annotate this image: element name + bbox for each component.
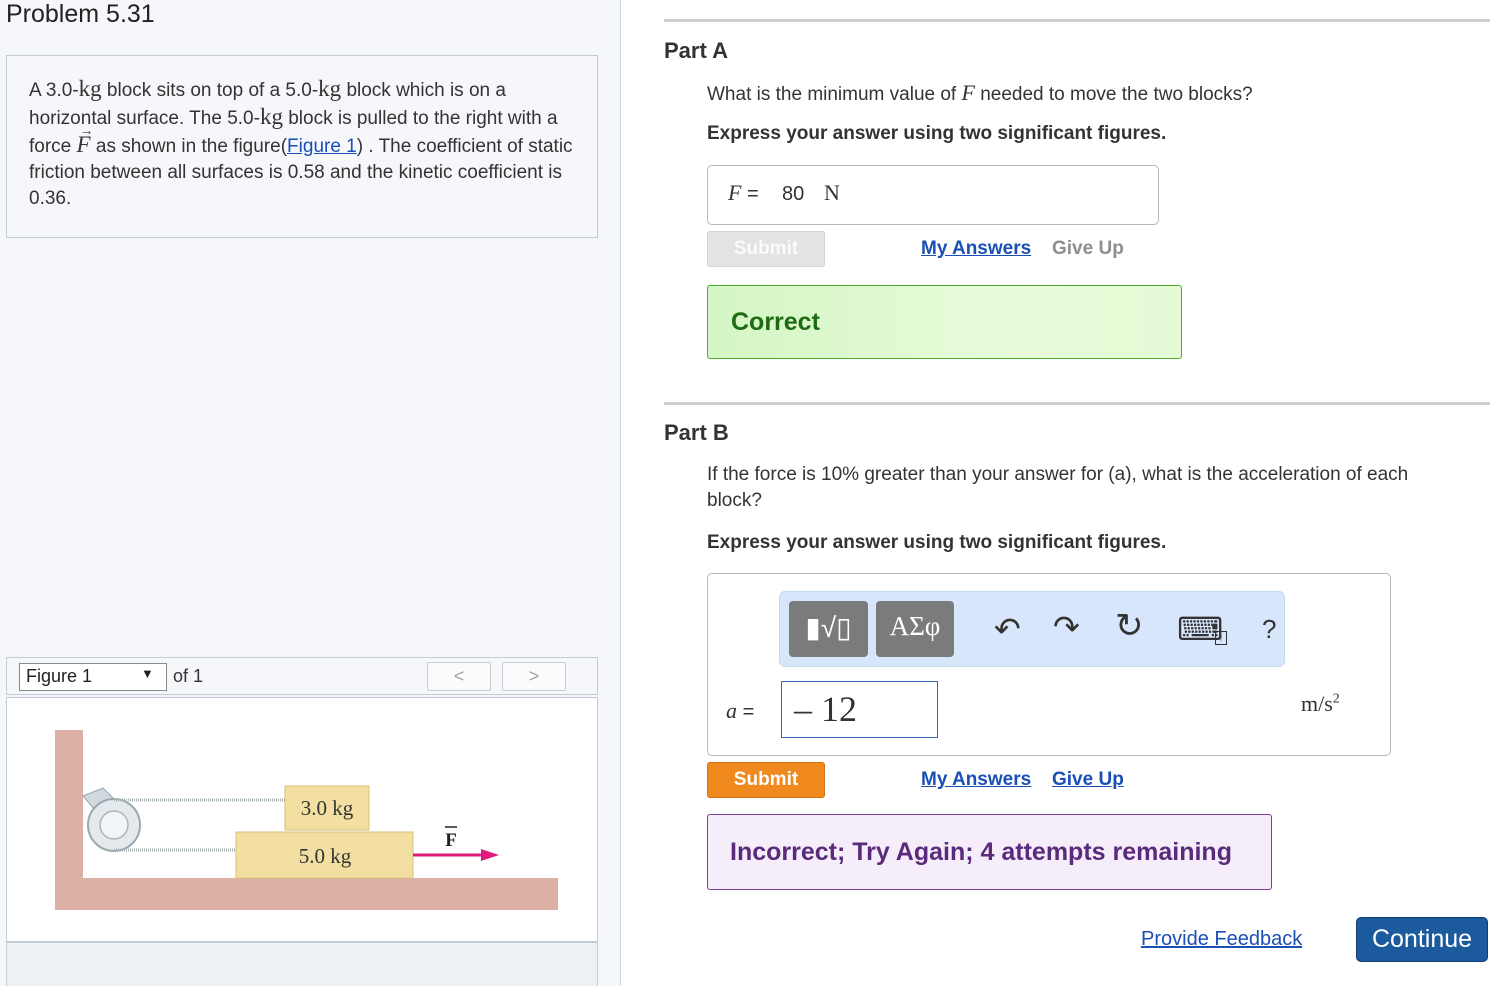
- blocks-diagram: 3.0 kg 5.0 kg F: [55, 730, 558, 910]
- part-a-answer-field: F = 80 N: [707, 165, 1159, 225]
- part-b-answer-area: ▮√▯ ΑΣφ ↶ ↷ ↻ ⌨ ⁝ ? a = – 12 m/s2: [707, 573, 1391, 756]
- part-b-give-up-link[interactable]: Give Up: [1052, 769, 1124, 791]
- part-b-submit-button[interactable]: Submit: [707, 762, 825, 798]
- keyboard-shortcuts-icon[interactable]: ⁝: [1215, 631, 1227, 645]
- answer-label: a =: [726, 698, 755, 723]
- part-b-instruction: Express your answer using two significan…: [707, 532, 1167, 553]
- problem-text: A 3.0-: [29, 80, 79, 101]
- next-figure-button[interactable]: >: [502, 662, 566, 691]
- part-a-give-up-link[interactable]: Give Up: [1052, 238, 1124, 260]
- feedback-correct-text: Correct: [731, 308, 820, 336]
- floor: [55, 878, 558, 910]
- part-b-title: Part B: [664, 420, 729, 445]
- part-a-submit-button[interactable]: Submit: [707, 231, 825, 267]
- redo-icon[interactable]: ↷: [1053, 608, 1080, 646]
- force-label: F: [445, 830, 457, 851]
- undo-icon[interactable]: ↶: [994, 610, 1021, 648]
- reset-icon[interactable]: ↻: [1115, 606, 1144, 646]
- force-vector-symbol: → F: [77, 124, 94, 157]
- continue-button[interactable]: Continue: [1356, 917, 1488, 962]
- help-button[interactable]: ?: [1262, 614, 1276, 645]
- answer-label: F =: [728, 180, 759, 205]
- part-a-title: Part A: [664, 38, 728, 63]
- figure-count: of 1: [173, 666, 204, 686]
- part-b-feedback: Incorrect; Try Again; 4 attempts remaini…: [707, 814, 1272, 890]
- part-a-feedback: Correct: [707, 285, 1182, 359]
- provide-feedback-link[interactable]: Provide Feedback: [1141, 928, 1302, 951]
- answer-unit: m/s2: [1301, 691, 1340, 716]
- unit-kg: kg: [78, 76, 102, 101]
- feedback-incorrect-text: Incorrect; Try Again; 4 attempts remaini…: [730, 838, 1232, 866]
- part-a-my-answers-link[interactable]: My Answers: [921, 238, 1031, 260]
- answer-unit: N: [824, 180, 840, 205]
- previous-figure-button[interactable]: <: [427, 662, 491, 691]
- divider: [664, 19, 1490, 22]
- problem-text: as shown in the figure(: [90, 136, 288, 157]
- templates-button[interactable]: ▮√▯: [789, 601, 868, 657]
- acceleration-input-value: – 12: [794, 689, 857, 729]
- answer-value: 80: [782, 183, 805, 205]
- top-block-label: 3.0 kg: [301, 796, 354, 820]
- force-symbol: F: [961, 80, 975, 105]
- force-arrowhead-icon: [481, 849, 499, 861]
- math-toolbar: ▮√▯ ΑΣφ ↶ ↷ ↻ ⌨ ⁝ ?: [779, 591, 1285, 667]
- part-a-question: What is the minimum value of F needed to…: [707, 80, 1253, 105]
- figure-link[interactable]: Figure 1: [287, 136, 357, 157]
- vector-arrow-icon: →: [79, 124, 94, 139]
- dropdown-arrow-icon[interactable]: ▼: [141, 666, 154, 681]
- unit-kg: kg: [259, 104, 283, 129]
- figure-image: 3.0 kg 5.0 kg F: [6, 697, 598, 942]
- part-a-instruction: Express your answer using two significan…: [707, 123, 1167, 144]
- unit-kg: kg: [318, 76, 342, 101]
- problem-statement: A 3.0-kg block sits on top of a 5.0-kg b…: [6, 55, 598, 238]
- figure-select-value: Figure 1: [26, 666, 93, 686]
- part-b-my-answers-link[interactable]: My Answers: [921, 769, 1031, 791]
- divider: [664, 402, 1490, 405]
- problem-panel: Problem 5.31 A 3.0-kg block sits on top …: [0, 0, 621, 986]
- problem-title: Problem 5.31: [6, 0, 155, 28]
- figure-footer: [6, 942, 598, 986]
- acceleration-input[interactable]: – 12: [781, 681, 938, 738]
- part-b-question: If the force is 10% greater than your an…: [707, 464, 1409, 511]
- figure-navigation: Figure 1 ▼ of 1 < >: [6, 657, 598, 695]
- problem-text: block sits on top of a 5.0-: [101, 80, 319, 101]
- bottom-block-label: 5.0 kg: [299, 844, 352, 868]
- greek-symbols-button[interactable]: ΑΣφ: [876, 601, 954, 657]
